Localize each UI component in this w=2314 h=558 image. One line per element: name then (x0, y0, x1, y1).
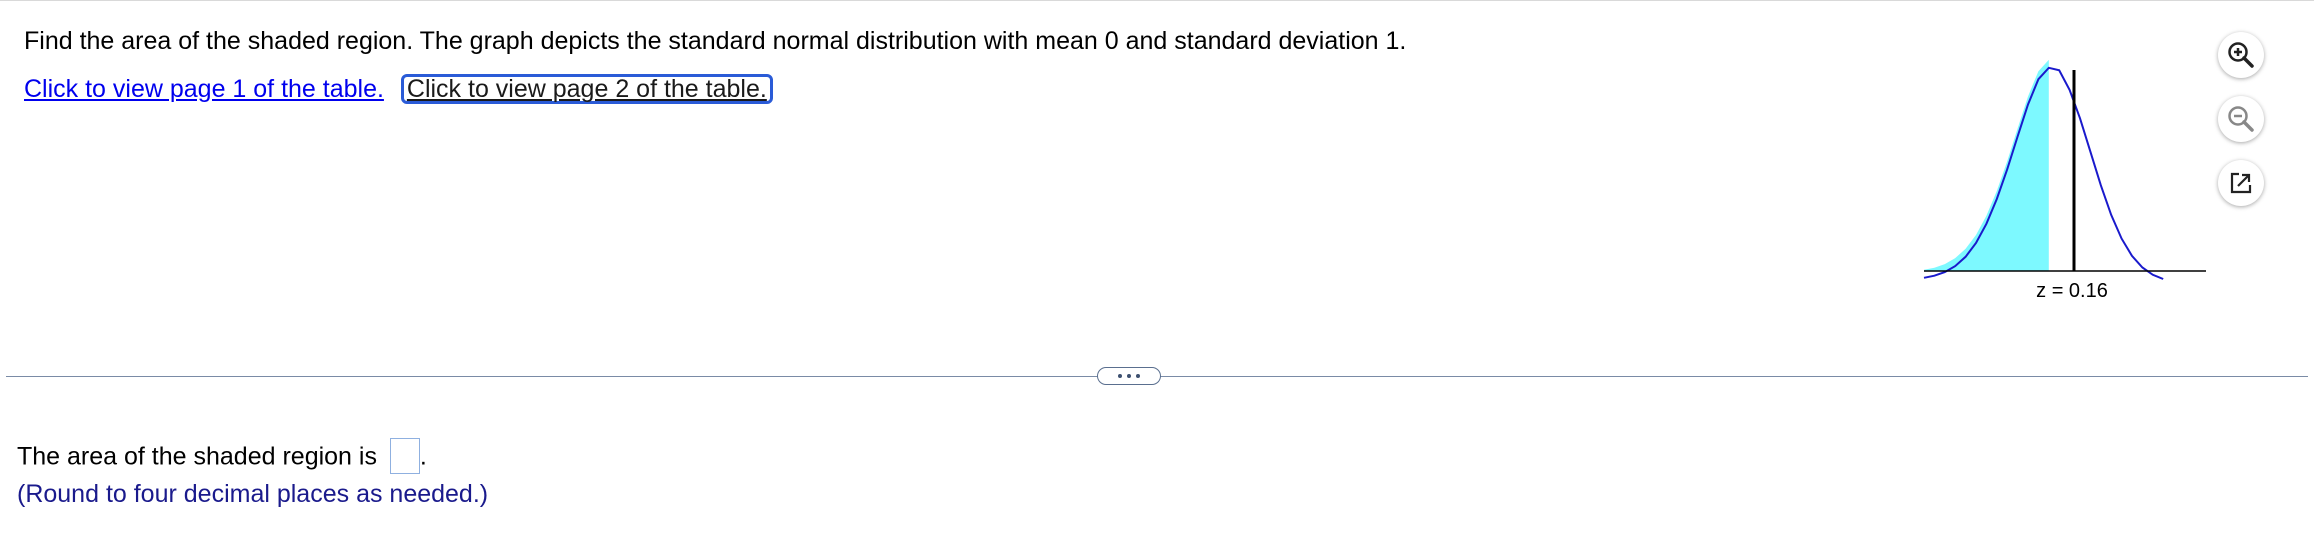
popout-button[interactable] (2218, 160, 2264, 206)
z-label: z = 0.16 (2036, 280, 2108, 302)
table-links: Click to view page 1 of the table. Click… (24, 74, 773, 104)
dot-icon (1118, 374, 1122, 378)
question-text: Find the area of the shaded region. The … (24, 27, 1407, 55)
zoom-out-button[interactable] (2218, 96, 2264, 142)
table-page-1-link[interactable]: Click to view page 1 of the table. (24, 75, 384, 103)
zoom-in-icon (2228, 42, 2254, 68)
zoom-in-button[interactable] (2218, 32, 2264, 78)
top-border (0, 0, 2314, 1)
popout-icon (2230, 172, 2252, 194)
normal-distribution-graph: z = 0.16 (1920, 59, 2220, 315)
answer-line: The area of the shaded region is . (17, 438, 427, 476)
answer-prompt: The area of the shaded region is (17, 442, 377, 471)
zoom-out-icon (2228, 106, 2254, 132)
answer-period: . (419, 442, 427, 471)
shaded-region (1924, 59, 2049, 271)
dot-icon (1136, 374, 1140, 378)
dot-icon (1127, 374, 1131, 378)
rounding-hint: (Round to four decimal places as needed.… (17, 480, 489, 508)
answer-input[interactable] (389, 438, 420, 474)
more-options-button[interactable] (1097, 367, 1161, 385)
table-page-2-link[interactable]: Click to view page 2 of the table. (400, 74, 773, 104)
